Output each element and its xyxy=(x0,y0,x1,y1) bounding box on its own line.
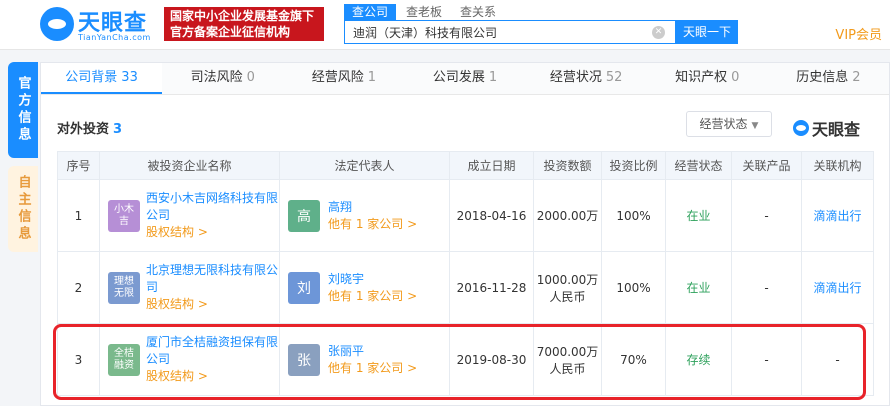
tab-label: 经营状况 xyxy=(549,70,602,85)
tab-label: 知识产权 xyxy=(675,70,728,85)
status-badge: 在业 xyxy=(665,179,732,252)
slogan-line-2: 官方备案企业征信机构 xyxy=(170,25,291,39)
col-header: 成立日期 xyxy=(449,151,534,180)
investment-ratio: 100% xyxy=(601,251,666,324)
tab-count: 1 xyxy=(367,70,376,85)
tab-intellectual-property[interactable]: 知识产权 0 xyxy=(647,63,768,94)
tab-search-relation[interactable]: 查关系 xyxy=(452,4,504,20)
person-name-link[interactable]: 高翔 xyxy=(328,199,417,216)
tab-company-background[interactable]: 公司背景 33 xyxy=(41,63,163,94)
tab-search-boss[interactable]: 查老板 xyxy=(398,4,450,20)
slogan-banner: 国家中小企业发展基金旗下 官方备案企业征信机构 xyxy=(164,7,324,41)
vip-link[interactable]: VIP会员 xyxy=(835,24,882,43)
tab-label: 经营风险 xyxy=(311,70,364,85)
tab-legal-risk[interactable]: 司法风险 0 xyxy=(162,63,283,94)
person-companies-link[interactable]: 他有 1 家公司 > xyxy=(328,288,417,305)
tab-business-risk[interactable]: 经营风险 1 xyxy=(283,63,404,94)
legal-rep-cell: 刘 刘晓宇 他有 1 家公司 > xyxy=(279,251,450,324)
side-tab-self[interactable]: 自主信息 xyxy=(8,166,38,252)
table-row: 1 小木吉 西安小木吉网络科技有限公司 股权结构 > 高 高翔 他有 1 家公司 >… xyxy=(57,179,874,252)
tab-count: 0 xyxy=(246,70,255,85)
tab-label: 司法风险 xyxy=(190,70,243,85)
col-header: 投资数额 xyxy=(533,151,602,180)
tab-label: 历史信息 xyxy=(796,70,849,85)
status-filter-dropdown[interactable]: 经营状态 ▼ xyxy=(686,111,772,137)
table-header-row: 序号 被投资企业名称 法定代表人 成立日期 投资数额 投资比例 经营状态 关联产… xyxy=(57,151,874,180)
tab-company-development[interactable]: 公司发展 1 xyxy=(404,63,525,94)
equity-structure-link[interactable]: 股权结构 > xyxy=(146,296,279,313)
search-type-tabs: 查公司 查老板 查关系 xyxy=(344,4,504,20)
section-count: 3 xyxy=(113,122,123,137)
tab-history[interactable]: 历史信息 2 xyxy=(768,63,889,94)
investment-ratio: 100% xyxy=(601,179,666,252)
side-tab-official[interactable]: 官方信息 xyxy=(8,62,38,158)
clear-icon[interactable]: ✕ xyxy=(652,26,665,39)
related-product: - xyxy=(731,179,802,252)
legal-rep-cell: 高 高翔 他有 1 家公司 > xyxy=(279,179,450,252)
eye-logo-icon xyxy=(40,7,74,41)
caret-down-icon: ▼ xyxy=(751,121,759,131)
company-name-link[interactable]: 北京理想无限科技有限公司 xyxy=(146,262,279,296)
slogan-line-1: 国家中小企业发展基金旗下 xyxy=(170,9,315,23)
tab-count: 0 xyxy=(731,70,740,85)
tab-count: 2 xyxy=(852,70,861,85)
avatar: 高 xyxy=(288,199,320,232)
search-input[interactable] xyxy=(345,21,645,43)
status-filter-label: 经营状态 xyxy=(699,117,748,131)
person-companies-link[interactable]: 他有 1 家公司 > xyxy=(328,216,417,233)
tab-label: 公司发展 xyxy=(432,70,485,85)
tab-label: 公司背景 xyxy=(65,70,118,85)
search-button[interactable]: 天眼一下 xyxy=(676,20,738,44)
tab-count: 1 xyxy=(488,70,498,85)
table-row: 2 理想无限 北京理想无限科技有限公司 股权结构 > 刘 刘晓宇 他有 1 家公司 … xyxy=(57,251,874,324)
person-name-link[interactable]: 刘晓宇 xyxy=(328,271,417,288)
watermark-logo: 天眼查 xyxy=(793,116,860,140)
col-header: 序号 xyxy=(57,151,100,180)
status-badge: 在业 xyxy=(665,251,732,324)
investment-amount: 1000.00万人民币 xyxy=(533,251,602,324)
avatar: 刘 xyxy=(288,271,320,304)
company-logo: 小木吉 xyxy=(108,199,140,232)
company-logo: 理想无限 xyxy=(108,271,140,304)
section-title-text: 对外投资 xyxy=(57,122,110,137)
tab-count: 33 xyxy=(121,70,138,85)
tianyancha-logo[interactable]: 天眼查 TianYanCha.com xyxy=(40,5,158,45)
col-header: 经营状态 xyxy=(665,151,732,180)
col-header: 被投资企业名称 xyxy=(99,151,280,180)
founded-date: 2016-11-28 xyxy=(449,251,534,324)
related-org-link[interactable]: 滴滴出行 xyxy=(801,251,874,324)
col-header: 法定代表人 xyxy=(279,151,450,180)
related-product: - xyxy=(731,251,802,324)
tab-count: 52 xyxy=(605,70,623,85)
eye-logo-icon xyxy=(793,120,809,136)
row-number: 1 xyxy=(57,179,100,252)
section-title: 对外投资 3 xyxy=(57,118,122,137)
top-header: 天眼查 TianYanCha.com 国家中小企业发展基金旗下 官方备案企业征信… xyxy=(0,0,890,50)
watermark-text: 天眼查 xyxy=(812,120,861,139)
tab-business-status[interactable]: 经营状况 52 xyxy=(526,63,647,94)
company-name-link[interactable]: 西安小木吉网络科技有限公司 xyxy=(146,190,279,224)
col-header: 关联机构 xyxy=(801,151,874,180)
logo-domain: TianYanCha.com xyxy=(78,33,151,42)
row-number: 2 xyxy=(57,251,100,324)
investment-amount: 2000.00万 xyxy=(533,179,602,252)
col-header: 投资比例 xyxy=(601,151,666,180)
equity-structure-link[interactable]: 股权结构 > xyxy=(146,224,279,241)
category-nav: 公司背景 33 司法风险 0 经营风险 1 公司发展 1 经营状况 52 知识产权 0 历史… xyxy=(41,63,889,95)
col-header: 关联产品 xyxy=(731,151,802,180)
search-box: ✕ xyxy=(344,20,676,44)
company-cell: 小木吉 西安小木吉网络科技有限公司 股权结构 > xyxy=(99,179,280,252)
tab-search-company[interactable]: 查公司 xyxy=(344,4,397,20)
founded-date: 2018-04-16 xyxy=(449,179,534,252)
highlight-annotation-box xyxy=(53,324,866,400)
company-cell: 理想无限 北京理想无限科技有限公司 股权结构 > xyxy=(99,251,280,324)
related-org-link[interactable]: 滴滴出行 xyxy=(801,179,874,252)
